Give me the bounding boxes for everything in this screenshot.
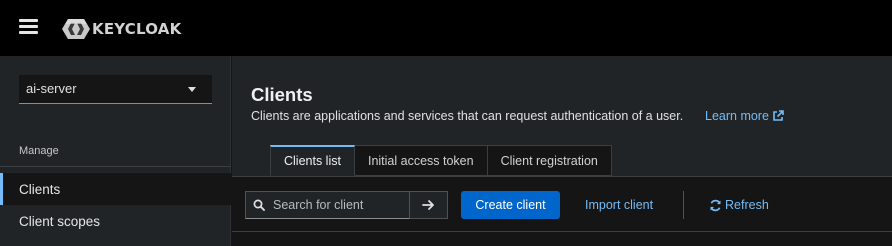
table-header-edge [232,231,892,246]
create-client-label: Create client [475,198,546,212]
search-box [245,191,410,219]
create-client-button[interactable]: Create client [461,191,560,219]
keycloak-logo-icon [62,19,90,39]
realm-selector-value: ai-server [26,81,77,96]
external-link-icon [773,110,784,121]
refresh-icon [710,199,721,211]
learn-more-label: Learn more [705,109,769,123]
tab-initial-access-token[interactable]: Initial access token [354,145,488,176]
tab-client-registration[interactable]: Client registration [487,145,612,176]
tab-clients-list[interactable]: Clients list [270,145,355,176]
sidebar-item-label: Client scopes [19,213,101,229]
nav-section-title: Manage [19,145,59,157]
arrow-right-icon [422,200,434,210]
refresh-button[interactable]: Refresh [709,191,769,219]
tab-label: Client registration [500,153,598,168]
import-client-button[interactable]: Import client [585,191,653,219]
toolbar: Create client Import client Refresh [232,176,892,231]
search-icon [253,199,265,211]
search-input[interactable] [273,198,408,212]
logo-text: KEYCLOAK [92,20,182,38]
caret-down-icon [188,87,196,92]
sidebar-item-client-scopes[interactable]: Client scopes [0,205,231,237]
search-submit-button[interactable] [410,191,448,219]
sidebar-item-clients[interactable]: Clients [0,173,231,205]
main-content: Clients Clients are applications and ser… [232,56,892,246]
nav-divider [0,166,231,167]
sidebar-item-label: Clients [19,181,61,197]
tab-label: Initial access token [367,153,474,168]
import-client-label: Import client [585,198,654,212]
page-title: Clients [251,84,313,105]
masthead: KEYCLOAK [0,0,892,56]
learn-more-link[interactable]: Learn more [705,109,784,123]
toolbar-divider [683,191,684,219]
keycloak-logo[interactable]: KEYCLOAK [61,16,181,42]
tabs: Clients list Initial access token Client… [270,145,612,176]
realm-selector[interactable]: ai-server [19,75,212,104]
refresh-label: Refresh [725,198,769,212]
page-description: Clients are applications and services th… [251,109,684,123]
tab-label: Clients list [284,154,341,168]
sidebar: ai-server Manage Clients Client scopes [0,56,231,246]
hamburger-menu-icon[interactable] [19,19,38,35]
